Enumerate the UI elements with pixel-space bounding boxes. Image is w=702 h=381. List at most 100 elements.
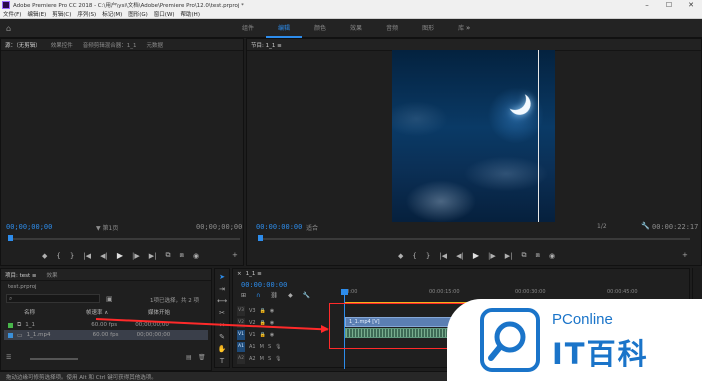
- source-timecode[interactable]: 00;00;00;00: [6, 223, 52, 231]
- tab-project[interactable]: 项目: test ≡: [5, 271, 37, 279]
- razor-tool-icon[interactable]: ✂: [219, 309, 225, 317]
- pen-tool-icon[interactable]: ✎: [219, 333, 225, 341]
- linked-selection-icon[interactable]: ⛓: [270, 292, 278, 299]
- lock-icon[interactable]: 🔒: [260, 332, 266, 338]
- go-to-in-icon[interactable]: |◀: [439, 252, 447, 260]
- program-scrubber[interactable]: [258, 238, 690, 240]
- snap-icon[interactable]: ∩: [256, 292, 260, 299]
- project-zoom-slider[interactable]: [30, 358, 78, 360]
- mark-in-icon[interactable]: {: [56, 252, 60, 260]
- workspace-tab-graphics[interactable]: 图形: [410, 19, 446, 38]
- go-to-out-icon[interactable]: ▶|: [505, 252, 513, 260]
- menu-clip[interactable]: 剪辑(C): [52, 10, 71, 18]
- track-target[interactable]: A1: [237, 342, 245, 352]
- hand-tool-icon[interactable]: ✋: [218, 345, 227, 353]
- column-frame-rate[interactable]: 帧速率 ∧: [86, 308, 148, 317]
- step-forward-icon[interactable]: |▶: [488, 252, 496, 260]
- extract-icon[interactable]: ⧈: [535, 251, 539, 260]
- timeline-ruler[interactable]: 00:00 00:00:15:00 00:00:30:00 00:00:45:0…: [343, 289, 687, 299]
- bin-icon[interactable]: ▣: [106, 295, 113, 303]
- tab-program[interactable]: 节目: 1_1 ≡: [251, 41, 282, 49]
- mic-icon[interactable]: 🎙: [275, 344, 281, 350]
- mark-out-icon[interactable]: }: [70, 252, 74, 260]
- workspace-tab-assembly[interactable]: 组件: [230, 19, 266, 38]
- go-to-out-icon[interactable]: ▶|: [149, 252, 157, 260]
- insert-icon[interactable]: ⧉: [165, 251, 170, 260]
- add-marker-icon[interactable]: ◆: [288, 292, 293, 299]
- step-forward-icon[interactable]: |▶: [132, 252, 140, 260]
- new-item-icon[interactable]: ▤: [186, 354, 192, 361]
- list-view-icon[interactable]: ☰: [6, 354, 11, 361]
- mark-in-icon[interactable]: {: [412, 252, 416, 260]
- program-add-button[interactable]: +: [682, 251, 688, 259]
- close-button[interactable]: ✕: [680, 0, 702, 10]
- wrench-icon[interactable]: 🔧: [641, 222, 650, 230]
- menu-edit[interactable]: 编辑(E): [27, 10, 46, 18]
- maximize-button[interactable]: ☐: [658, 0, 680, 10]
- program-playhead[interactable]: [258, 235, 263, 241]
- lift-icon[interactable]: ⧉: [521, 251, 526, 260]
- menu-graphics[interactable]: 图形(G): [128, 10, 148, 18]
- add-marker-icon[interactable]: ◆: [42, 252, 47, 260]
- track-select-tool-icon[interactable]: ⇥: [219, 285, 225, 293]
- workspace-tab-libraries[interactable]: 库: [446, 19, 476, 38]
- menu-window[interactable]: 窗口(W): [154, 10, 175, 18]
- source-add-button[interactable]: +: [232, 251, 238, 259]
- home-icon[interactable]: ⌂: [6, 24, 15, 33]
- go-to-in-icon[interactable]: |◀: [83, 252, 91, 260]
- eye-icon[interactable]: ◉: [270, 308, 274, 314]
- column-name[interactable]: 名称: [8, 308, 86, 317]
- mark-out-icon[interactable]: }: [426, 252, 430, 260]
- mic-icon[interactable]: 🎙: [275, 356, 281, 362]
- tab-effects[interactable]: 效果: [47, 271, 58, 279]
- source-playhead[interactable]: [8, 235, 13, 241]
- fit-dropdown[interactable]: 适合: [306, 223, 318, 232]
- step-back-icon[interactable]: ◀|: [456, 252, 464, 260]
- tab-source[interactable]: 源：（无剪辑）: [5, 41, 41, 49]
- menu-marker[interactable]: 标记(M): [102, 10, 122, 18]
- mute-icon[interactable]: M: [260, 344, 264, 350]
- menu-help[interactable]: 帮助(H): [181, 10, 200, 18]
- ripple-edit-tool-icon[interactable]: ⟷: [217, 297, 227, 305]
- selection-tool-icon[interactable]: ➤: [219, 273, 225, 281]
- eye-icon[interactable]: ◉: [270, 332, 274, 338]
- solo-icon[interactable]: S: [268, 356, 271, 362]
- workspace-tab-audio[interactable]: 音频: [374, 19, 410, 38]
- project-search-input[interactable]: ⌕: [6, 294, 100, 303]
- menu-file[interactable]: 文件(F): [3, 10, 21, 18]
- workspace-tab-color[interactable]: 颜色: [302, 19, 338, 38]
- add-marker-icon[interactable]: ◆: [398, 252, 403, 260]
- tab-audio-clip-mixer[interactable]: 音频剪辑混合器：1_1: [83, 41, 137, 49]
- column-media-start[interactable]: 媒体开始: [148, 308, 170, 317]
- timeline-settings-icon[interactable]: 🔧: [303, 292, 310, 299]
- step-back-icon[interactable]: ◀|: [100, 252, 108, 260]
- trash-icon[interactable]: 🗑: [198, 354, 206, 361]
- workspace-tab-effects[interactable]: 效果: [338, 19, 374, 38]
- tab-effect-controls[interactable]: 效果控件: [51, 41, 73, 49]
- mute-icon[interactable]: M: [260, 356, 264, 362]
- play-icon[interactable]: ▶: [117, 251, 123, 260]
- source-page-dropdown[interactable]: ▼ 第1页: [96, 223, 118, 232]
- source-scrubber[interactable]: [8, 238, 240, 240]
- track-target[interactable]: V3: [237, 306, 245, 316]
- workspace-tab-editing[interactable]: 编辑: [266, 19, 303, 38]
- export-frame-icon[interactable]: ◉: [549, 252, 555, 260]
- track-target[interactable]: V1: [237, 330, 245, 340]
- tab-sequence[interactable]: 1_1 ≡: [246, 271, 262, 277]
- insert-nest-icon[interactable]: ⊞: [241, 292, 246, 299]
- export-frame-icon[interactable]: ◉: [193, 252, 199, 260]
- project-item[interactable]: ▭ 1_1.mp4 60.00 fps 00;00;00;00: [4, 330, 208, 340]
- timeline-timecode[interactable]: 00:00:00:00: [241, 281, 287, 289]
- close-icon[interactable]: ×: [237, 271, 242, 277]
- program-timecode[interactable]: 00:00:00:00: [256, 223, 302, 231]
- workspace-more-button[interactable]: »: [466, 24, 470, 32]
- play-icon[interactable]: ▶: [473, 251, 479, 260]
- minimize-button[interactable]: –: [636, 0, 658, 10]
- solo-icon[interactable]: S: [268, 344, 271, 350]
- overwrite-icon[interactable]: ⧈: [179, 251, 183, 260]
- type-tool-icon[interactable]: T: [220, 357, 224, 365]
- resolution-dropdown[interactable]: 1/2: [597, 223, 607, 230]
- track-target[interactable]: A2: [237, 354, 245, 364]
- menu-sequence[interactable]: 序列(S): [77, 10, 96, 18]
- tab-metadata[interactable]: 元数据: [147, 41, 164, 49]
